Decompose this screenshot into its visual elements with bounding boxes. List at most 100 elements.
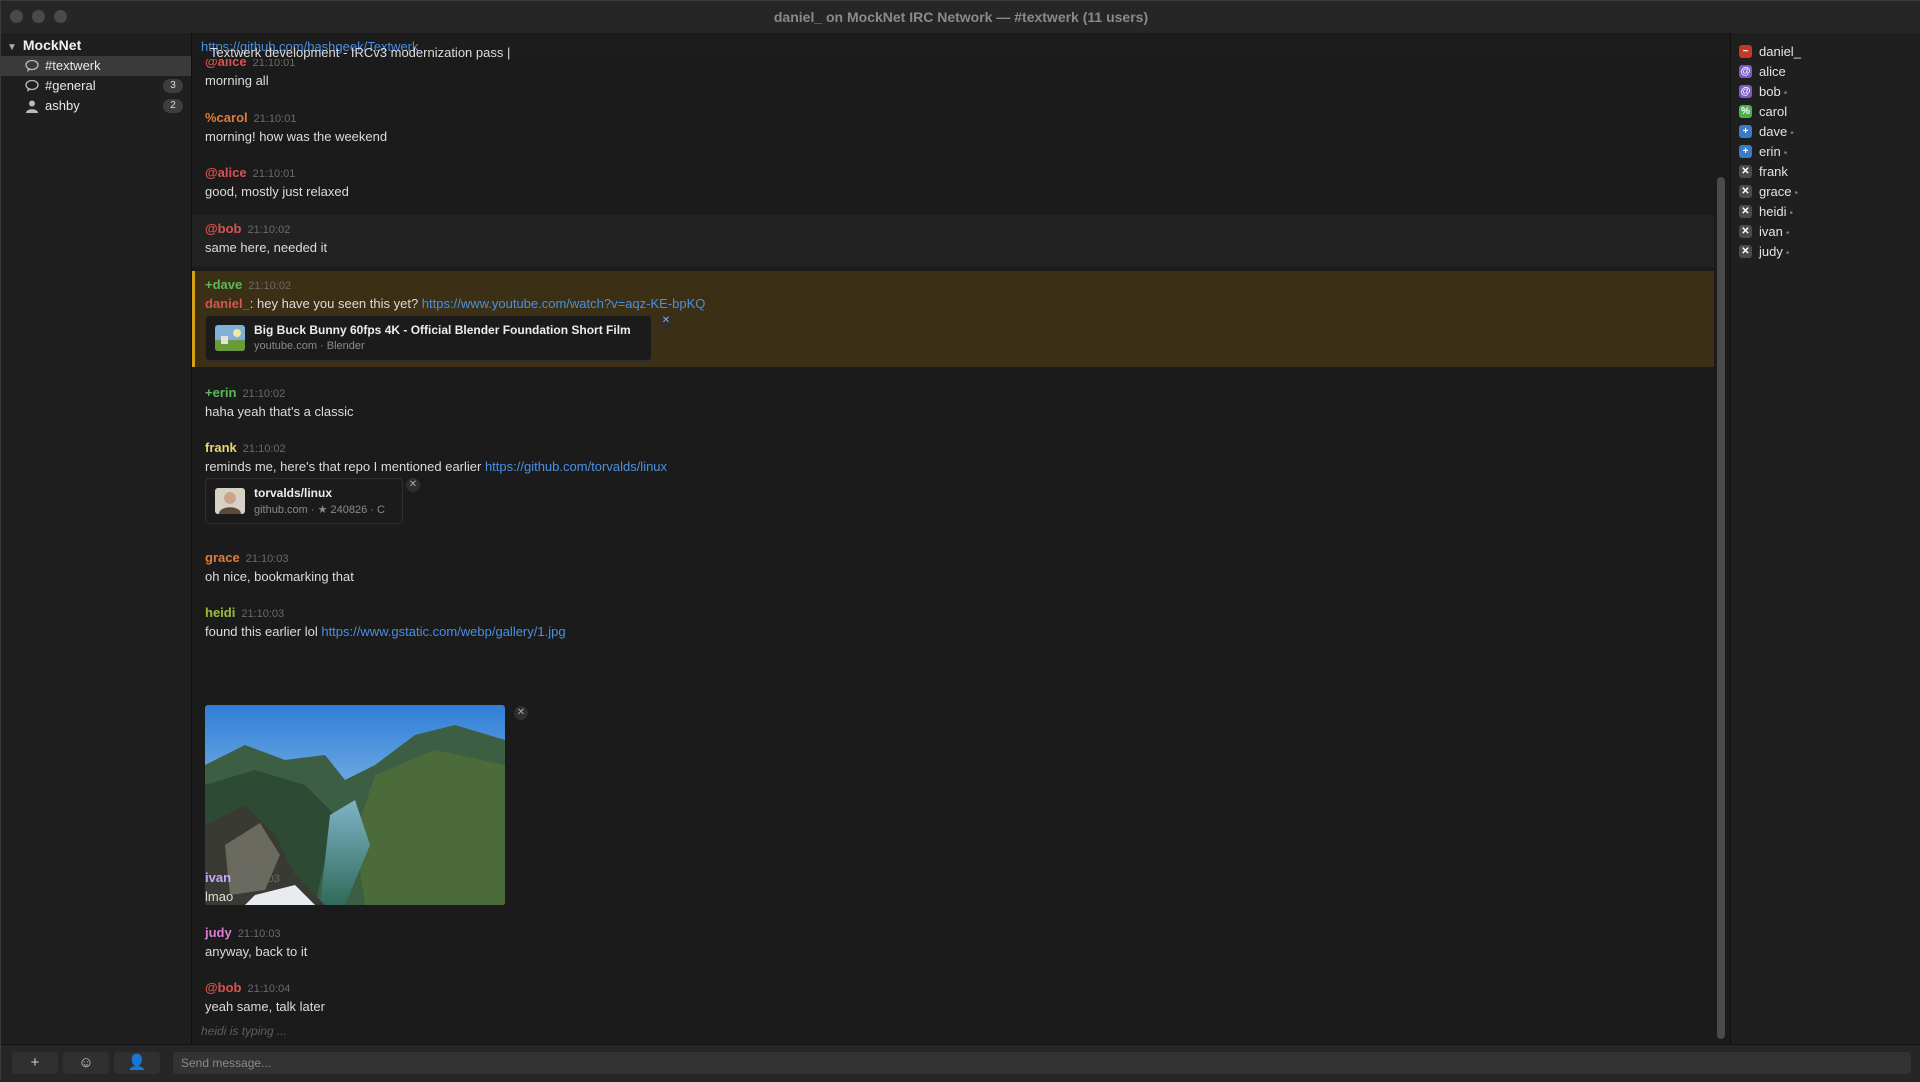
user-item-grace[interactable]: ✕ grace • [1739,182,1909,202]
message-link[interactable]: https://www.youtube.com/watch?v=aqz-KE-b… [422,296,706,311]
video-thumbnail [215,325,245,351]
message-text: morning all [205,73,269,88]
sidebar-item-general[interactable]: #general 3 [1,76,191,96]
message-nick[interactable]: ivan 21:10:03 [205,870,280,885]
user-name: dave • [1759,124,1794,139]
message-nick[interactable]: @alice 21:10:01 [205,165,295,180]
message-list: @alice 21:10:01 morning all %carol 21:10:0… [192,59,1714,1044]
message-text: found this earlier lol https://www.gstat… [205,624,566,639]
message-nick[interactable]: %carol 21:10:01 [205,110,296,125]
user-item-erin[interactable]: + erin • [1739,142,1909,162]
preview-title: Big Buck Bunny 60fps 4K - Official Blend… [254,323,631,337]
user-item-dave[interactable]: + dave • [1739,122,1909,142]
unread-badge: 2 [163,99,183,113]
message-text: yeah same, talk later [205,999,325,1014]
user-item-judy[interactable]: ✕ judy • [1739,242,1909,262]
user-mode-icon: ✕ [1739,225,1752,238]
user-mode-icon: ✕ [1739,165,1752,178]
user-list: ~ daniel_ @ alice @ bob •% carol + dave • + erin • ✕ fr… [1730,33,1920,1044]
topic-text: Textwerk development - IRCv3 modernizati… [210,45,511,60]
user-item-heidi[interactable]: ✕ heidi • [1739,202,1909,222]
window-title: daniel_ on MockNet IRC Network — #textwe… [773,9,1149,25]
message-nick[interactable]: @bob 21:10:04 [205,980,290,995]
user-item-carol[interactable]: % carol [1739,102,1909,122]
message-input[interactable] [173,1052,1911,1074]
user-mode-icon: ✕ [1739,185,1752,198]
message-text: lmao [205,889,234,904]
user-button[interactable]: 👤 [114,1052,160,1074]
message-nick[interactable]: grace 21:10:03 [205,550,289,565]
message-row: @bob 21:10:02 same here, needed it [192,215,1714,267]
message-text: morning! how was the weekend [205,129,388,144]
close-preview-button[interactable]: ✕ [659,314,673,328]
user-mode-icon: + [1739,125,1752,138]
user-item-frank[interactable]: ✕ frank [1739,162,1909,182]
message-row: grace 21:10:03 oh nice, bookmarking that [192,549,1714,594]
close-preview-button[interactable]: ✕ [514,706,528,720]
user-mode-icon: ✕ [1739,205,1752,218]
user-name: alice [1759,64,1786,79]
chat-icon [25,59,39,72]
message-link[interactable]: https://www.gstatic.com/webp/gallery/1.j… [321,624,565,639]
chevron-down-icon: ▼ [7,42,17,53]
away-dot: • [1789,208,1793,219]
channel-label: #textwerk [45,58,101,73]
user-mode-icon: ✕ [1739,245,1752,258]
user-mode-icon: ~ [1739,45,1752,58]
user-name: frank [1759,164,1788,179]
message-row: +erin 21:10:02 haha yeah that's a classic [192,384,1714,429]
user-name: heidi • [1759,204,1793,219]
message-nick[interactable]: frank 21:10:02 [205,440,286,455]
user-item-bob[interactable]: @ bob • [1739,82,1909,102]
message-nick[interactable]: heidi 21:10:03 [205,605,284,620]
link-preview-card[interactable]: Big Buck Bunny 60fps 4K - Official Blend… [205,315,652,361]
sidebar-item-textwerk[interactable]: #textwerk [1,56,191,76]
user-item-ivan[interactable]: ✕ ivan • [1739,222,1909,242]
title-bar: daniel_ on MockNet IRC Network — #textwe… [1,1,1920,34]
message-text: reminds me, here's that repo I mentioned… [205,459,668,474]
user-name: judy • [1759,244,1790,259]
message-scrollbar[interactable] [1714,59,1729,1044]
network-header[interactable]: ▼ MockNet [7,37,81,57]
emoji-button[interactable]: ☺ [63,1052,109,1074]
mention-nick[interactable]: daniel_ [205,296,250,311]
away-dot: • [1790,128,1794,139]
user-name: daniel_ [1759,44,1801,59]
message-row: @bob 21:10:04 yeah same, talk later [192,979,1714,1024]
user-name: ivan • [1759,224,1790,239]
message-row: judy 21:10:03 anyway, back to it [192,924,1714,969]
message-nick[interactable]: +dave 21:10:02 [205,277,291,292]
away-dot: • [1783,148,1788,159]
network-name: MockNet [22,37,82,53]
person-icon [26,100,38,113]
user-item-daniel[interactable]: ~ daniel_ [1739,42,1909,62]
bottom-bar: + ☺ 👤 [1,1044,1920,1082]
add-button[interactable]: + [12,1052,58,1074]
away-dot: • [1783,88,1788,99]
preview-subtitle: youtube.com · Blender [254,340,365,352]
away-dot: • [1785,248,1790,259]
user-mode-icon: % [1739,105,1752,118]
sidebar-item-ashby[interactable]: ashby 2 [1,96,191,116]
user-item-alice[interactable]: @ alice [1739,62,1909,82]
user-mode-icon: + [1739,145,1752,158]
message-row: %carol 21:10:01 morning! how was the week… [192,109,1714,154]
link-preview-card[interactable]: torvalds/linux github.com · ★ 240826 · C [205,478,403,524]
message-nick[interactable]: @alice 21:10:01 [205,59,295,69]
message-link[interactable]: https://github.com/torvalds/linux [485,459,667,474]
message-nick[interactable]: @bob 21:10:02 [205,221,290,236]
message-text: same here, needed it [205,240,328,255]
unread-badge: 3 [163,79,183,93]
avatar-thumbnail [215,488,245,514]
app-window: daniel_ on MockNet IRC Network — #textwe… [0,0,1920,1082]
scrollbar-thumb[interactable] [1717,177,1725,1039]
user-name: bob • [1759,84,1788,99]
message-nick[interactable]: +erin 21:10:02 [205,385,285,400]
close-preview-button[interactable]: ✕ [406,478,420,492]
user-mode-icon: @ [1739,85,1752,98]
message-text: haha yeah that's a classic [205,404,354,419]
message-row: @alice 21:10:01 good, mostly just relaxed [192,164,1714,209]
channel-topic: Textwerk development - IRCv3 modernizati… [192,33,1729,60]
user-name: carol [1759,104,1788,119]
message-nick[interactable]: judy 21:10:03 [205,925,281,940]
